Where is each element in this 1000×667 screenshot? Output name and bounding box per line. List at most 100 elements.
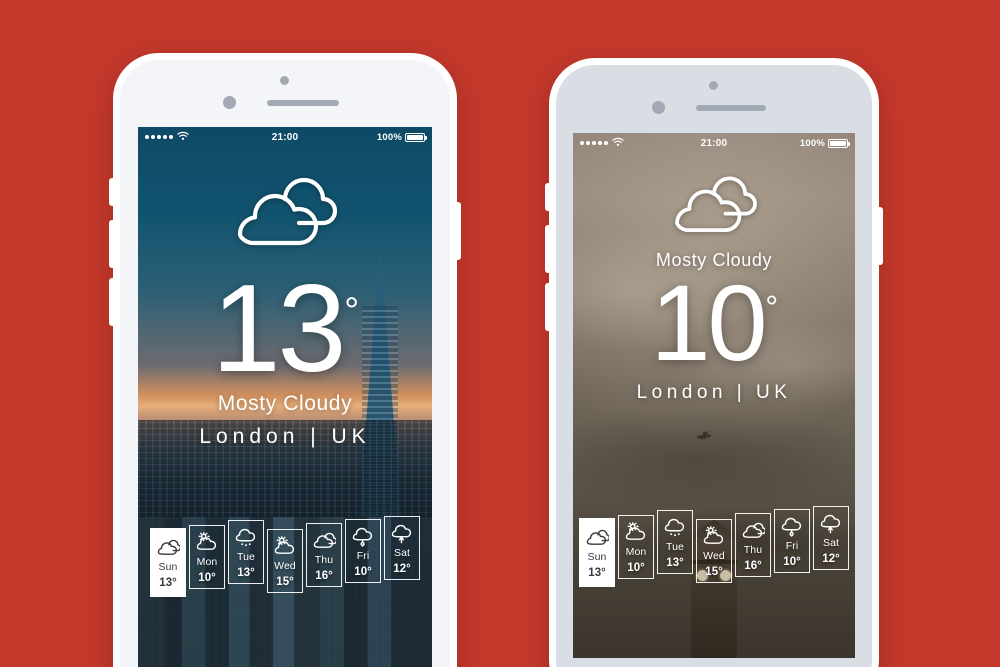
forecast-day-label: Tue bbox=[665, 541, 684, 553]
battery-full-icon bbox=[405, 132, 428, 142]
double-cloud-icon bbox=[585, 526, 609, 548]
forecast-card-fri[interactable]: Fri 10° bbox=[345, 519, 381, 583]
rear-camera-dot-icon bbox=[280, 76, 289, 85]
forecast-temp-label: 12° bbox=[822, 553, 840, 565]
forecast-day-label: Tue bbox=[236, 551, 255, 563]
current-temperature-left: 13° bbox=[212, 267, 360, 391]
sun-behind-cloud-icon bbox=[195, 531, 219, 553]
battery-percent-label: 100% bbox=[799, 137, 826, 149]
front-camera-dot-icon bbox=[652, 101, 665, 114]
volume-down-button-left[interactable] bbox=[109, 278, 114, 326]
forecast-day-label: Sat bbox=[393, 547, 411, 559]
sun-behind-cloud-icon bbox=[702, 525, 726, 547]
front-camera-dot-icon bbox=[223, 96, 236, 109]
forecast-temp-label: 10° bbox=[627, 562, 645, 574]
cloud-lightning-icon bbox=[390, 522, 414, 544]
signal-strength-icon bbox=[145, 135, 173, 139]
app-mockup-stage: 21:00 100% 13° Mosty Cloudy London | UK … bbox=[0, 0, 1000, 667]
status-bar-right-group: 100% bbox=[727, 137, 851, 149]
forecast-temp-label: 10° bbox=[198, 572, 216, 584]
cloud-lightning-icon bbox=[819, 512, 843, 534]
rear-camera-dot-icon bbox=[709, 81, 718, 90]
wifi-icon bbox=[177, 131, 189, 144]
status-bar-clock: 21:00 bbox=[700, 137, 728, 149]
double-cloud-icon bbox=[741, 519, 765, 541]
phone-device-right: 21:00 100% Mosty Cloudy 10° London | UK … bbox=[545, 58, 883, 667]
sun-behind-cloud-icon bbox=[624, 521, 648, 543]
forecast-card-sat[interactable]: Sat 12° bbox=[813, 506, 849, 570]
cloud-rain-icon bbox=[234, 526, 258, 548]
current-temperature-right: 10° bbox=[650, 269, 779, 377]
forecast-day-label: Sun bbox=[158, 561, 178, 573]
forecast-card-sun[interactable]: Sun 13° bbox=[150, 528, 186, 597]
double-cloud-icon bbox=[668, 171, 760, 240]
earpiece-speaker-icon bbox=[696, 105, 766, 111]
volume-up-button-right[interactable] bbox=[545, 225, 550, 273]
forecast-card-wed[interactable]: Wed 15° bbox=[696, 519, 732, 583]
silent-switch-left[interactable] bbox=[109, 178, 114, 206]
forecast-temp-label: 13° bbox=[159, 577, 177, 589]
forecast-day-label: Wed bbox=[274, 560, 296, 572]
status-bar-left-group bbox=[580, 137, 701, 150]
phone-screen-left: 21:00 100% 13° Mosty Cloudy London | UK … bbox=[138, 127, 432, 667]
forecast-card-sun[interactable]: Sun 13° bbox=[579, 518, 615, 587]
signal-strength-icon bbox=[580, 141, 608, 145]
forecast-day-label: Fri bbox=[785, 540, 799, 552]
power-button-right[interactable] bbox=[878, 207, 883, 265]
status-bar-left: 21:00 100% bbox=[138, 127, 432, 147]
forecast-day-label: Sat bbox=[822, 537, 840, 549]
location-label-left: London | UK bbox=[199, 425, 371, 449]
temperature-value: 10 bbox=[650, 262, 767, 383]
volume-down-button-right[interactable] bbox=[545, 283, 550, 331]
battery-percent-label: 100% bbox=[376, 131, 403, 143]
forecast-day-label: Mon bbox=[625, 546, 647, 558]
forecast-temp-label: 10° bbox=[783, 556, 801, 568]
forecast-temp-label: 13° bbox=[666, 557, 684, 569]
sun-behind-cloud-icon bbox=[273, 535, 297, 557]
silent-switch-right[interactable] bbox=[545, 183, 550, 211]
forecast-temp-label: 16° bbox=[744, 560, 762, 572]
forecast-day-label: Sun bbox=[587, 551, 607, 563]
forecast-day-label: Mon bbox=[196, 556, 218, 568]
forecast-card-tue[interactable]: Tue 13° bbox=[657, 510, 693, 574]
status-bar-left-group bbox=[145, 131, 272, 144]
forecast-card-thu[interactable]: Thu 16° bbox=[306, 523, 342, 587]
cloud-drop-icon bbox=[780, 515, 804, 537]
double-cloud-icon bbox=[156, 536, 180, 558]
double-cloud-icon bbox=[312, 529, 336, 551]
forecast-card-thu[interactable]: Thu 16° bbox=[735, 513, 771, 577]
wifi-icon bbox=[612, 137, 624, 150]
forecast-day-label: Wed bbox=[703, 550, 725, 562]
volume-up-button-left[interactable] bbox=[109, 220, 114, 268]
phone-device-left: 21:00 100% 13° Mosty Cloudy London | UK … bbox=[109, 53, 461, 667]
forecast-temp-label: 15° bbox=[276, 576, 294, 588]
status-bar-right: 21:00 100% bbox=[573, 133, 855, 153]
forecast-temp-label: 13° bbox=[588, 567, 606, 579]
forecast-card-mon[interactable]: Mon 10° bbox=[189, 525, 225, 589]
status-bar-clock: 21:00 bbox=[271, 131, 299, 143]
location-label-right: London | UK bbox=[636, 382, 792, 404]
forecast-strip-left: Sun 13° Mon 10° Tue 13° Wed 15° Thu 16° Fri 10… bbox=[138, 516, 432, 597]
earpiece-speaker-icon bbox=[267, 100, 339, 106]
forecast-strip-right: Sun 13° Mon 10° Tue 13° Wed 15° Thu 16° Fri 10… bbox=[573, 506, 855, 587]
cloud-rain-icon bbox=[663, 516, 687, 538]
forecast-temp-label: 12° bbox=[393, 563, 411, 575]
forecast-day-label: Thu bbox=[314, 554, 334, 566]
power-button-left[interactable] bbox=[456, 202, 461, 260]
battery-full-icon bbox=[828, 138, 851, 148]
forecast-day-label: Fri bbox=[356, 550, 370, 562]
temperature-value: 13 bbox=[211, 260, 347, 398]
cloud-drop-icon bbox=[351, 525, 375, 547]
forecast-temp-label: 16° bbox=[315, 570, 333, 582]
forecast-card-wed[interactable]: Wed 15° bbox=[267, 529, 303, 593]
forecast-card-fri[interactable]: Fri 10° bbox=[774, 509, 810, 573]
double-cloud-icon bbox=[229, 171, 341, 254]
degree-symbol: ° bbox=[344, 289, 360, 332]
forecast-card-sat[interactable]: Sat 12° bbox=[384, 516, 420, 580]
status-bar-right-group: 100% bbox=[298, 131, 428, 143]
forecast-card-tue[interactable]: Tue 13° bbox=[228, 520, 264, 584]
forecast-card-mon[interactable]: Mon 10° bbox=[618, 515, 654, 579]
forecast-day-label: Thu bbox=[743, 544, 763, 556]
degree-symbol: ° bbox=[765, 289, 779, 326]
forecast-temp-label: 13° bbox=[237, 567, 255, 579]
